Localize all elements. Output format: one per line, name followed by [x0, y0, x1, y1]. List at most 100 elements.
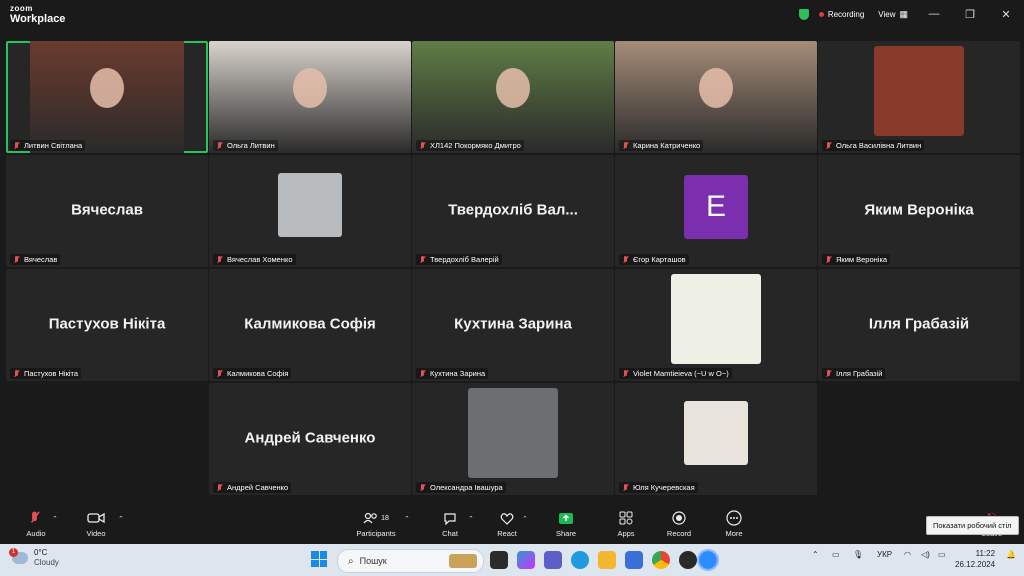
- task-view-icon[interactable]: [490, 551, 508, 569]
- view-button[interactable]: View ▦: [878, 9, 908, 20]
- language-indicator[interactable]: УКР: [877, 550, 892, 559]
- media-player-icon[interactable]: [679, 551, 697, 569]
- recording-label: Recording: [827, 9, 865, 19]
- share-button[interactable]: Share: [540, 510, 592, 538]
- muted-mic-icon: [622, 483, 629, 492]
- muted-mic-icon: [825, 369, 832, 378]
- chat-chevron-icon[interactable]: ⌃: [468, 515, 474, 523]
- clock[interactable]: 11:22 26.12.2024: [955, 548, 995, 570]
- wifi-icon[interactable]: ◠: [904, 550, 911, 559]
- apps-label: Apps: [617, 529, 635, 538]
- participant-tile[interactable]: Пастухов Нікіта Пастухов Нікіта: [6, 269, 208, 381]
- meeting-toolbar: Audio ⌃ Video ⌃ 18 Participants ⌃ Chat ⌃…: [0, 504, 1024, 544]
- participant-name-label: Єгор Карташов: [619, 254, 689, 265]
- participant-tile[interactable]: Олександра Івашура: [412, 383, 614, 495]
- muted-mic-icon: [419, 483, 426, 492]
- minimize-button[interactable]: —: [916, 8, 952, 20]
- copilot-icon[interactable]: [517, 551, 535, 569]
- more-button[interactable]: More: [708, 510, 760, 538]
- participant-tile[interactable]: Violet Mamtieieva (~U w O~): [615, 269, 817, 381]
- participant-tile[interactable]: Твердохліб Вал... Твердохліб Валерій: [412, 155, 614, 267]
- participant-name-label: Юля Кучеревская: [619, 482, 698, 493]
- participant-name: Твердохліб Валерій: [430, 255, 499, 264]
- muted-mic-icon: [825, 141, 832, 150]
- record-button[interactable]: Record: [653, 510, 705, 538]
- muted-mic-icon: [825, 255, 832, 264]
- participant-video: [412, 41, 614, 153]
- zoom-taskbar-icon[interactable]: [697, 549, 719, 571]
- muted-mic-icon: [216, 369, 223, 378]
- participant-tile[interactable]: Яким Вероніка Яким Вероніка: [818, 155, 1020, 267]
- volume-icon[interactable]: ◁): [921, 550, 930, 559]
- start-button[interactable]: [311, 551, 327, 567]
- teams-icon[interactable]: [544, 551, 562, 569]
- avatar-letter: E: [684, 175, 748, 239]
- participant-name: Юля Кучеревская: [633, 483, 695, 492]
- participant-name-label: Калмикова Софія: [213, 368, 292, 379]
- show-desktop-tooltip: Показати робочий стіл: [926, 516, 1019, 535]
- participant-name: Єгор Карташов: [633, 255, 686, 264]
- encryption-shield-icon[interactable]: [798, 8, 809, 20]
- participant-display-name: Кухтина Зарина: [454, 315, 572, 333]
- taskbar-search[interactable]: ⌕ Пошук: [337, 549, 484, 573]
- participant-video: [30, 41, 184, 153]
- participant-name: Ілля Грабазій: [836, 369, 883, 378]
- participant-name-label: Твердохліб Валерій: [416, 254, 502, 265]
- person-silhouette: [293, 67, 327, 108]
- apps-icon: [600, 510, 652, 526]
- participant-name-label: Яким Вероніка: [822, 254, 891, 265]
- chrome-icon[interactable]: [652, 551, 670, 569]
- participant-tile[interactable]: Карина Катриченко: [615, 41, 817, 153]
- participant-tile[interactable]: Ольга Литвин: [209, 41, 411, 153]
- video-button[interactable]: Video: [70, 510, 122, 538]
- participants-chevron-icon[interactable]: ⌃: [404, 515, 410, 523]
- participant-tile[interactable]: Ольга Василівна Литвин: [818, 41, 1020, 153]
- participant-tile[interactable]: Кухтина Зарина Кухтина Зарина: [412, 269, 614, 381]
- participant-tile[interactable]: ХЛ142 Покормяко Дмитро: [412, 41, 614, 153]
- participant-display-name: Пастухов Нікіта: [48, 315, 166, 333]
- weather-widget[interactable]: 1 0°C Cloudy: [9, 548, 59, 568]
- participants-label: Participants: [356, 529, 396, 538]
- participant-name: Андрей Савченко: [227, 483, 289, 492]
- muted-mic-icon: [13, 369, 20, 378]
- participant-tile[interactable]: Вячеслав Вячеслав: [6, 155, 208, 267]
- participant-name-label: Олександра Івашура: [416, 482, 506, 493]
- search-icon: ⌕: [348, 555, 354, 567]
- participants-button[interactable]: 18 Participants: [350, 510, 402, 538]
- participant-tile[interactable]: Ілля Грабазій Ілля Грабазій: [818, 269, 1020, 381]
- muted-mic-icon: [13, 255, 20, 264]
- participant-name-label: Violet Mamtieieva (~U w O~): [619, 368, 732, 379]
- participants-icon: 18: [350, 510, 402, 526]
- participant-name-label: Вячеслав: [10, 254, 61, 265]
- participant-tile[interactable]: Литвин Світлана: [6, 41, 208, 153]
- cloud-icon: 1: [9, 548, 28, 564]
- participant-video: [209, 41, 411, 153]
- record-label: Record: [666, 529, 692, 538]
- store-icon[interactable]: [625, 551, 643, 569]
- windows-taskbar: 1 0°C Cloudy: [0, 544, 1024, 576]
- participant-tile[interactable]: Юля Кучеревская: [615, 383, 817, 495]
- muted-mic-icon: [216, 141, 223, 150]
- avatar-image: [671, 274, 761, 364]
- participant-tile[interactable]: Вячеслав Хоменко: [209, 155, 411, 267]
- react-chevron-icon[interactable]: ⌃: [522, 515, 528, 523]
- maximize-button[interactable]: ❐: [952, 8, 988, 21]
- close-button[interactable]: ✕: [988, 8, 1024, 21]
- video-options-chevron-icon[interactable]: ⌃: [118, 515, 124, 523]
- search-placeholder: Пошук: [359, 556, 387, 566]
- participant-display-name: Вячеслав: [71, 201, 143, 219]
- participant-tile[interactable]: Калмикова Софія Калмикова Софія: [209, 269, 411, 381]
- file-explorer-icon[interactable]: [598, 551, 616, 569]
- participant-tile[interactable]: Андрей Савченко Андрей Савченко: [209, 383, 411, 495]
- participant-display-name: Калмикова Софія: [244, 315, 376, 333]
- battery-icon[interactable]: ▭: [938, 550, 946, 559]
- apps-button[interactable]: Apps: [600, 510, 652, 538]
- audio-options-chevron-icon[interactable]: ⌃: [52, 515, 58, 523]
- edge-icon[interactable]: [571, 551, 589, 569]
- tray-overflow-chevron-icon[interactable]: ⌃: [812, 550, 819, 559]
- notifications-icon[interactable]: 🔔: [1006, 550, 1016, 559]
- participant-tile[interactable]: E Єгор Карташов: [615, 155, 817, 267]
- participant-name: Вячеслав: [24, 255, 58, 264]
- share-label: Share: [555, 529, 576, 538]
- participant-name-label: Ольга Литвин: [213, 140, 278, 151]
